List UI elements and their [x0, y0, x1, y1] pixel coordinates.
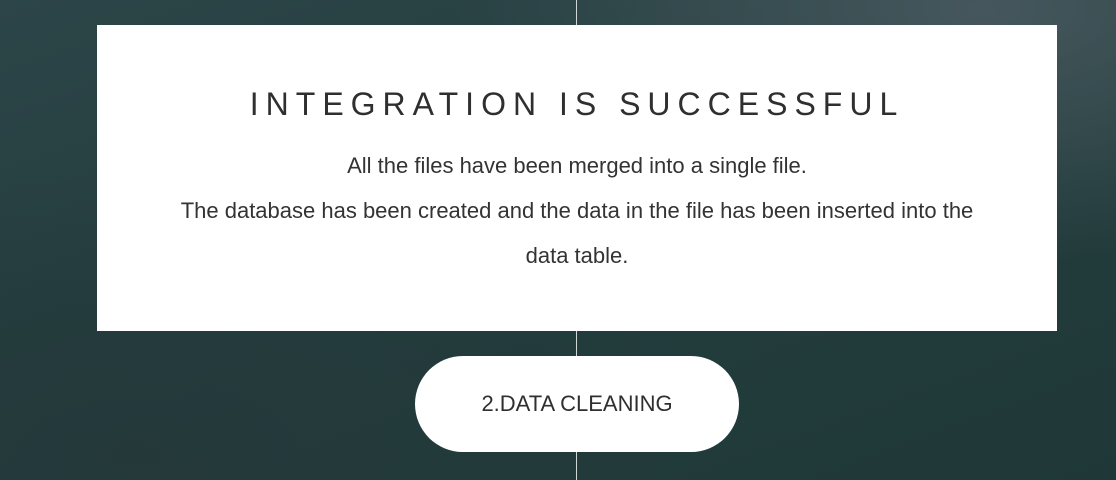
- status-message: All the files have been merged into a si…: [97, 143, 1057, 278]
- message-line-merged: All the files have been merged into a si…: [347, 153, 807, 178]
- status-title: INTEGRATION IS SUCCESSFUL: [249, 86, 905, 122]
- integration-success-card: INTEGRATION IS SUCCESSFUL All the files …: [97, 25, 1057, 331]
- message-line-database: The database has been created and the da…: [180, 198, 974, 268]
- data-cleaning-button[interactable]: 2.DATA CLEANING: [415, 356, 739, 452]
